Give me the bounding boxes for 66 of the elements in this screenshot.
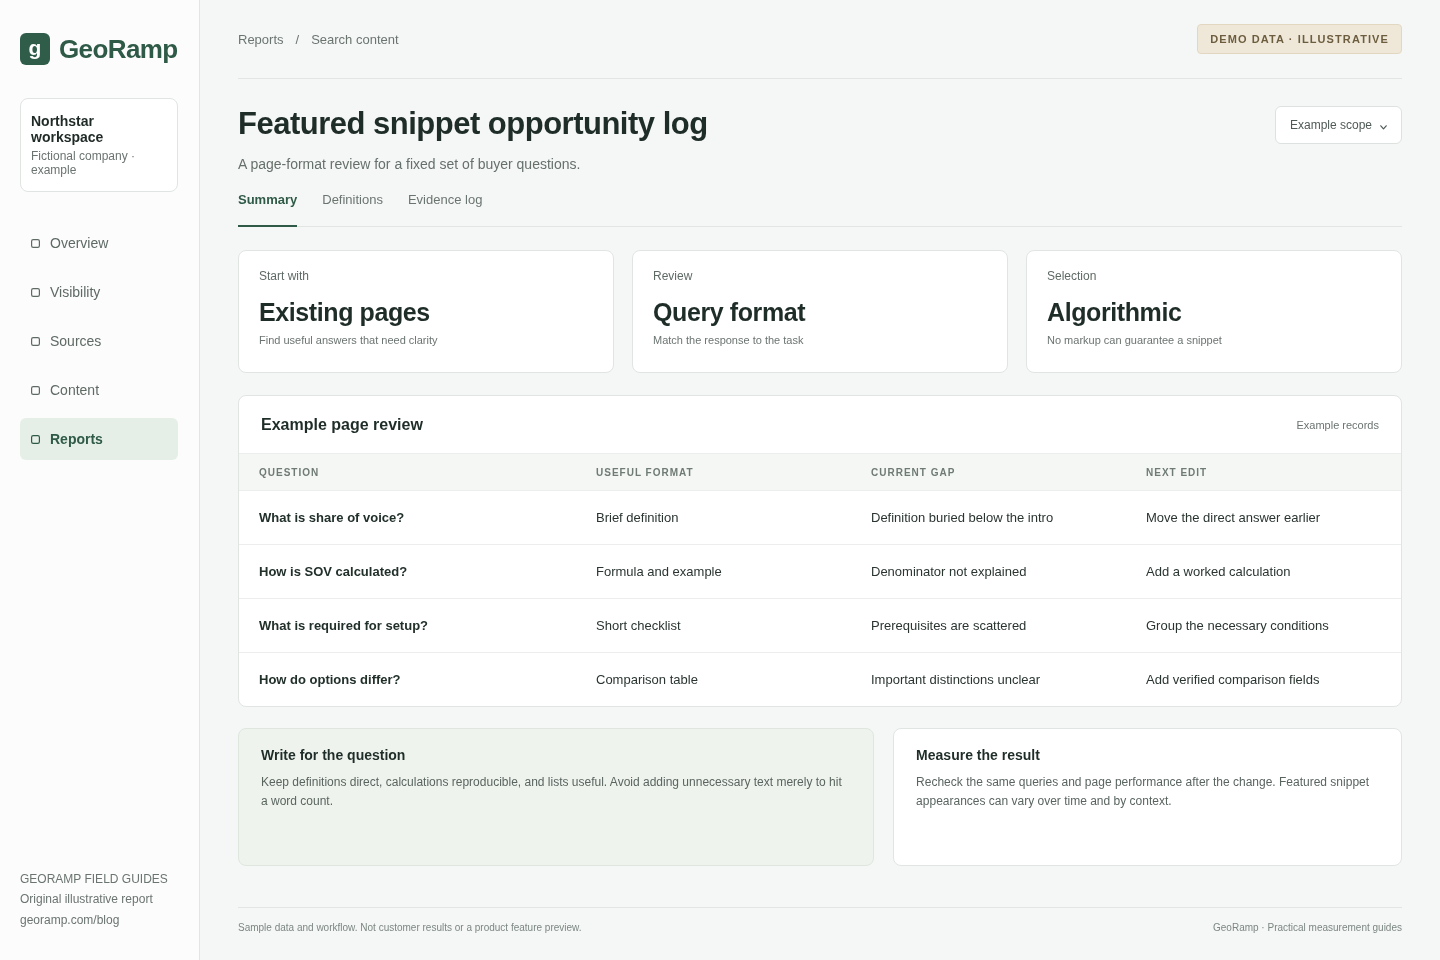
nav-item[interactable]: Content <box>20 369 178 411</box>
tab[interactable]: Summary <box>238 188 298 227</box>
table-cell: Add verified comparison fields <box>1126 652 1401 706</box>
square-icon <box>31 434 40 444</box>
card-value: Algorithmic <box>1047 297 1183 327</box>
page-title: Featured snippet opportunity log <box>238 106 708 142</box>
column-header: NEXT EDIT <box>1126 453 1401 491</box>
breadcrumb-link[interactable]: Search content <box>311 31 399 47</box>
chevron-down-icon <box>1380 124 1387 130</box>
card-label: Start with <box>259 269 310 283</box>
demo-badge: DEMO DATA · ILLUSTRATIVE <box>1197 24 1402 54</box>
table-cell: Group the necessary conditions <box>1126 598 1401 653</box>
card-note: No markup can guarantee a snippet <box>1047 333 1223 347</box>
nav-item[interactable]: Overview <box>20 222 178 264</box>
table-cell: Comparison table <box>576 652 851 706</box>
square-icon <box>31 287 40 297</box>
page-subtitle: A page-format review for a fixed set of buyer questions. <box>238 155 582 173</box>
note-title: Write for the question <box>261 747 407 764</box>
note-title: Measure the result <box>916 747 1041 764</box>
nav-item[interactable]: Reports <box>20 418 178 460</box>
card-label: Selection <box>1047 269 1098 283</box>
tab[interactable]: Evidence log <box>407 188 483 227</box>
table-cell: Short checklist <box>576 598 851 653</box>
table-cell: Formula and example <box>576 544 851 599</box>
table-cell: Definition buried below the intro <box>851 490 1126 545</box>
guides-heading: GEORAMP FIELD GUIDES <box>20 870 169 888</box>
nav-item[interactable]: Sources <box>20 320 178 362</box>
table-cell: What is required for setup? <box>239 598 576 653</box>
column-header: USEFUL FORMAT <box>576 453 851 491</box>
table-cell: Add a worked calculation <box>1126 544 1401 599</box>
panel-title: Example page review <box>261 415 423 434</box>
square-icon <box>31 385 40 395</box>
tab[interactable]: Definitions <box>322 188 383 227</box>
table-cell: How do options differ? <box>239 652 576 706</box>
workspace-note: Fictional company · example <box>31 149 137 177</box>
table-cell: Denominator not explained <box>851 544 1126 599</box>
breadcrumb-separator: / <box>295 31 300 47</box>
breadcrumb-link[interactable]: Reports <box>238 31 284 47</box>
logo-mark: g <box>20 33 50 65</box>
note-text: Keep definitions direct, calculations reproducible, and lists useful. Avoid adding unnecessary text merely to hit a word count. <box>261 774 843 810</box>
table-cell: Prerequisites are scattered <box>851 598 1126 653</box>
nav-item[interactable]: Visibility <box>20 271 178 313</box>
card-note: Match the response to the task <box>653 333 805 347</box>
workspace-card[interactable]: Northstar workspace Fictional company · example <box>20 98 178 192</box>
square-icon <box>31 238 40 248</box>
footer-disclaimer: Sample data and workflow. Not customer results or a product feature preview. <box>238 922 582 934</box>
blog-link[interactable]: georamp.com/blog <box>20 909 178 930</box>
table-cell: Move the direct answer earlier <box>1126 490 1401 545</box>
table-cell: Brief definition <box>576 490 851 545</box>
card-value: Existing pages <box>259 297 431 327</box>
panel-note: Example records <box>1296 418 1379 431</box>
table-cell: How is SOV calculated? <box>239 544 576 599</box>
scope-dropdown[interactable]: Example scope <box>1274 106 1402 144</box>
column-header: CURRENT GAP <box>851 453 1126 491</box>
table-cell: Important distinctions unclear <box>851 652 1126 706</box>
note-text: Recheck the same queries and page performance after the change. Featured snippet appearances can vary over time and by context. <box>916 774 1371 810</box>
table-cell: What is share of voice? <box>239 490 576 545</box>
column-header: QUESTION <box>239 453 576 491</box>
footer-credit: GeoRamp · Practical measurement guides <box>1213 922 1402 934</box>
guides-note: Original illustrative report <box>20 891 154 908</box>
card-label: Review <box>653 269 694 283</box>
brand-name: GeoRamp <box>59 33 178 65</box>
card-note: Find useful answers that need clarity <box>259 333 439 347</box>
card-value: Query format <box>653 297 807 327</box>
square-icon <box>31 336 40 346</box>
workspace-name: Northstar workspace <box>31 113 105 145</box>
